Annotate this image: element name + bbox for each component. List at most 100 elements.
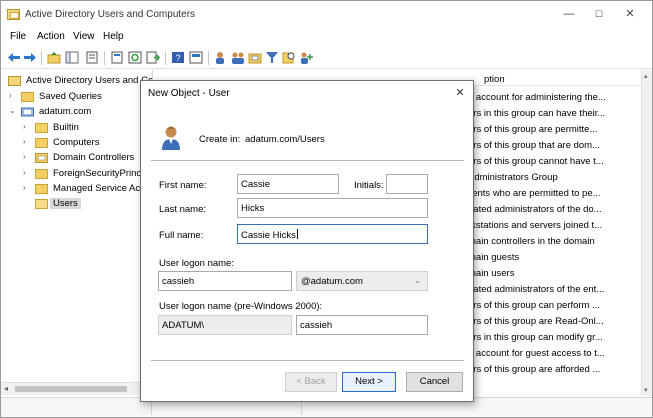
show-tree-icon[interactable] (65, 51, 79, 64)
description-cell: ers of this group are Read-Onl... (468, 316, 604, 327)
full-name-label: Full name: (159, 230, 204, 241)
up-folder-icon[interactable] (47, 51, 61, 64)
tree-item-label: Domain Controllers (53, 152, 135, 163)
tree-item-label: Saved Queries (39, 91, 102, 102)
dialog-close-button[interactable]: ✕ (450, 85, 470, 101)
menu-file[interactable]: File (10, 31, 26, 42)
mmc-console-icon[interactable] (189, 51, 203, 64)
user-logon-name-label: User logon name: (159, 258, 234, 269)
cancel-button[interactable]: Cancel (406, 372, 463, 392)
scroll-up-icon[interactable]: ▴ (644, 72, 648, 80)
status-segment (151, 401, 152, 415)
expand-chevron-icon[interactable]: › (9, 91, 18, 100)
description-cell: nated administrators of the do... (468, 204, 602, 215)
description-cell: ers in this group can modify gr... (468, 332, 603, 343)
expand-chevron-icon[interactable]: › (23, 152, 32, 161)
first-name-label: First name: (159, 180, 207, 191)
expand-chevron-icon[interactable]: › (23, 122, 32, 131)
description-cell: main users (468, 268, 515, 279)
folder-icon (35, 199, 48, 209)
tree-item-root[interactable]: Active Directory Users and Com (6, 74, 153, 89)
folder-icon (21, 92, 34, 102)
title-bar: Active Directory Users and Computers — ☐… (1, 1, 652, 29)
tree-item-managed-service-accounts[interactable]: › Managed Service Accou (23, 182, 152, 197)
aduc-app-icon (7, 9, 20, 20)
create-in-label: Create in: (199, 134, 241, 145)
tree-horizontal-scrollbar[interactable]: ◂ ▸ (1, 382, 153, 395)
first-name-field[interactable]: Cassie (237, 174, 339, 194)
properties-icon[interactable] (85, 51, 99, 64)
export-icon[interactable] (146, 51, 160, 64)
collapse-chevron-icon[interactable]: ⌄ (9, 106, 18, 115)
tree-item-domain-controllers[interactable]: › Domain Controllers (23, 151, 152, 166)
user-logon-name-field[interactable]: cassieh (158, 271, 292, 291)
minimize-button[interactable]: — (554, 5, 584, 23)
pre-windows-2000-label: User logon name (pre-Windows 2000): (159, 301, 323, 312)
filter-icon[interactable] (265, 51, 279, 64)
svg-text:?: ? (175, 53, 180, 63)
upn-suffix-value: @adatum.com (301, 276, 363, 287)
description-cell: main guests (468, 252, 520, 263)
new-ou-icon[interactable] (248, 51, 262, 64)
initials-field[interactable] (386, 174, 428, 194)
column-header-description[interactable]: ption (484, 74, 505, 85)
back-arrow-icon[interactable] (7, 51, 21, 64)
tree-item-label: Builtin (53, 122, 79, 133)
scrollbar-thumb[interactable] (15, 386, 127, 392)
domain-icon (21, 107, 34, 117)
expand-chevron-icon[interactable]: › (23, 168, 32, 177)
close-button[interactable]: ✕ (615, 5, 645, 23)
new-user-dialog: New Object - User ✕ Create in: adatum.co… (140, 80, 474, 402)
text-caret (296, 229, 298, 239)
description-cell: lients who are permitted to pe... (468, 188, 601, 199)
help-icon[interactable]: ? (171, 51, 185, 64)
description-cell: ers of this group cannot have t... (468, 156, 604, 167)
last-name-label: Last name: (159, 204, 206, 215)
menu-help[interactable]: Help (103, 31, 124, 42)
menu-action[interactable]: Action (37, 31, 65, 42)
folder-icon (35, 184, 48, 194)
menu-bar: File Action View Help (1, 29, 652, 46)
status-segment (301, 401, 302, 415)
folder-icon (35, 123, 48, 133)
new-user-icon[interactable] (214, 51, 228, 64)
export-list-icon[interactable] (110, 51, 124, 64)
full-name-field[interactable]: Cassie Hicks (237, 224, 428, 244)
tree-item-label: adatum.com (39, 106, 92, 117)
add-to-group-icon[interactable] (299, 51, 313, 64)
pre-windows-2000-logon-field[interactable]: cassieh (296, 315, 428, 335)
tree-item-foreign-security-principals[interactable]: › ForeignSecurityPrincipa (23, 167, 152, 182)
find-icon[interactable] (282, 51, 296, 64)
scroll-left-icon[interactable]: ◂ (4, 384, 8, 393)
console-tree: Active Directory Users and Com › Saved Q… (1, 70, 153, 396)
back-button[interactable]: < Back (285, 372, 337, 392)
details-vertical-scrollbar[interactable]: ▴ ▾ (641, 70, 652, 396)
initials-label: Initials: (354, 180, 384, 191)
description-cell: rkstations and servers joined t... (468, 220, 603, 231)
tree-item-adatum-com[interactable]: ⌄ adatum.com (9, 105, 152, 120)
expand-chevron-icon[interactable]: › (23, 183, 32, 192)
toolbar-separator (41, 51, 42, 65)
tree-item-saved-queries[interactable]: › Saved Queries (9, 90, 152, 105)
toolbar-separator (104, 51, 105, 65)
tree-item-computers[interactable]: › Computers (23, 136, 152, 151)
menu-view[interactable]: View (73, 31, 95, 42)
tree-item-label: Active Directory Users and Com (26, 75, 153, 86)
chevron-down-icon: ⌄ (414, 276, 421, 285)
refresh-icon[interactable] (128, 51, 142, 64)
new-group-icon[interactable] (231, 51, 245, 64)
tree-item-users[interactable]: Users (23, 197, 152, 212)
description-cell: Administrators Group (468, 172, 558, 183)
aduc-window: Active Directory Users and Computers — ☐… (0, 0, 653, 418)
forward-arrow-icon[interactable] (23, 51, 37, 64)
expand-chevron-icon[interactable]: › (23, 137, 32, 146)
upn-suffix-dropdown[interactable]: @adatum.com ⌄ (296, 271, 428, 291)
netbios-domain-field: ADATUM\ (158, 315, 292, 335)
scroll-down-icon[interactable]: ▾ (644, 386, 648, 394)
toolbar-separator (165, 51, 166, 65)
next-button[interactable]: Next > (342, 372, 396, 392)
user-icon (162, 126, 180, 150)
last-name-field[interactable]: Hicks (237, 198, 428, 218)
tree-item-builtin[interactable]: › Builtin (23, 121, 152, 136)
maximize-button[interactable]: ☐ (584, 5, 614, 23)
